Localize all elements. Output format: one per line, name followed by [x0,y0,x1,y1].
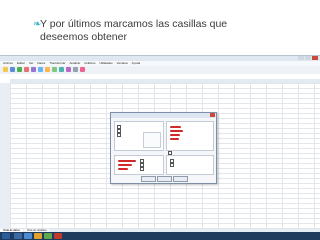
toolbar [0,66,320,74]
windows-taskbar [0,232,320,240]
toolbar-icon[interactable] [45,67,50,72]
toolbar-icon[interactable] [10,67,15,72]
mean-highlight [170,126,181,128]
maximize-button[interactable] [305,56,311,60]
toolbar-icon[interactable] [24,67,29,72]
window-controls [298,56,318,60]
minimize-button[interactable] [298,56,304,60]
distribution-panel [166,155,214,175]
variance-highlight [118,164,132,166]
statistics-dialog [110,112,217,184]
taskbar-app-icon[interactable] [54,233,62,239]
help-button[interactable] [173,176,188,182]
bullet-icon: ❧ [33,19,42,30]
median-highlight [170,130,183,132]
dispersion-panel [114,155,164,175]
taskbar-app-icon[interactable] [14,233,22,239]
taskbar-app-icon[interactable] [34,233,42,239]
caption-line-1: Y por últimos marcamos las casillas que [40,18,228,30]
sum-highlight [170,138,179,140]
toolbar-icon[interactable] [17,67,22,72]
percentile-list[interactable] [143,132,161,148]
toolbar-icon[interactable] [38,67,43,72]
taskbar-app-icon[interactable] [24,233,32,239]
start-button[interactable] [2,233,10,239]
range-highlight [118,168,128,170]
mode-highlight [170,134,180,136]
row-number-column [0,83,10,229]
central-tendency-panel [166,121,214,151]
percentile-option-3[interactable] [117,133,122,137]
std-deviation-highlight [118,160,136,162]
toolbar-icon[interactable] [3,67,8,72]
toolbar-icon[interactable] [59,67,64,72]
toolbar-icon[interactable] [66,67,71,72]
taskbar-app-icon[interactable] [44,233,52,239]
percentile-panel [114,121,164,151]
checkbox-icon[interactable] [140,167,144,171]
se-mean-option[interactable] [140,167,145,171]
close-button[interactable] [312,56,318,60]
toolbar-icon[interactable] [80,67,85,72]
dialog-title-bar [111,113,216,118]
cancel-button[interactable] [157,176,172,182]
kurtosis-option[interactable] [170,163,175,167]
toolbar-icon[interactable] [73,67,78,72]
slide-caption: ❧ Y por últimos marcamos las casillas qu… [33,18,270,44]
checkbox-icon[interactable] [170,163,174,167]
toolbar-icon[interactable] [31,67,36,72]
dialog-close-button[interactable] [210,113,215,117]
toolbar-icon[interactable] [52,67,57,72]
continue-button[interactable] [141,176,156,182]
checkbox-icon[interactable] [117,133,121,137]
caption-line-2: deseemos obtener [40,31,127,43]
